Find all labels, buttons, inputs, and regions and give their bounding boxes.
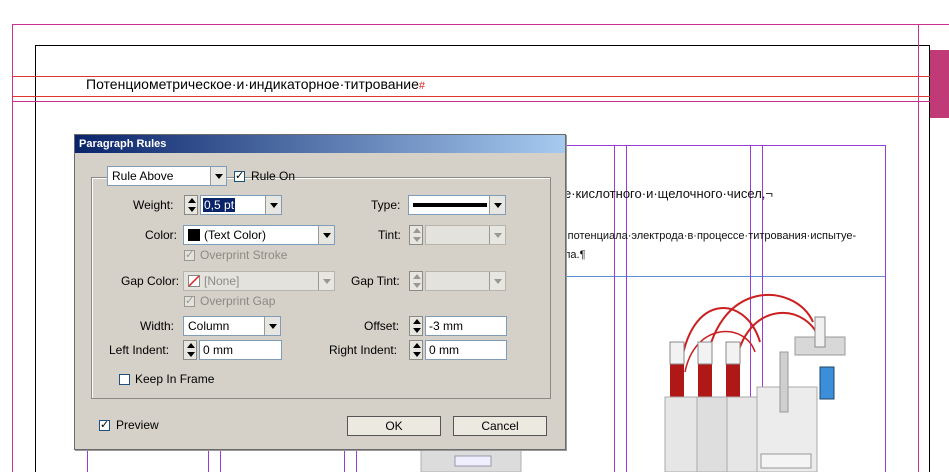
chevron-down-icon [489,226,505,244]
preview-checkbox[interactable] [99,418,110,431]
page-tab [930,50,949,118]
type-select[interactable] [408,195,506,215]
color-swatch [188,229,200,241]
right-indent-input[interactable]: 0 mm [425,340,507,360]
chevron-down-icon [265,196,281,214]
type-label: Type: [371,198,401,212]
body-text-line-3[interactable]: ла.¶ [564,249,586,261]
chevron-down-icon [210,167,226,185]
keep-in-frame-checkbox[interactable] [119,374,130,385]
dialog-title[interactable]: Paragraph Rules [75,135,565,153]
tint-label: Tint: [378,228,401,242]
document-heading[interactable]: Потенциометрическое·и·индикаторное·титро… [86,76,425,92]
overprint-stroke-label: Overprint Stroke [200,248,288,262]
weight-value: 0,5 pt [203,198,236,212]
gap-color-select[interactable]: [None] [183,271,335,291]
left-indent-stepper[interactable] [183,340,197,360]
gap-color-value: [None] [204,274,240,288]
gap-tint-select[interactable] [425,271,506,291]
color-label: Color: [145,228,178,242]
overprint-stroke-checkbox[interactable] [184,248,195,261]
column-guide [344,448,345,472]
weight-stepper[interactable] [184,195,198,215]
cancel-button[interactable]: Cancel [453,416,547,436]
column-guide [356,448,357,472]
right-indent-stepper[interactable] [409,340,423,360]
width-value: Column [188,319,230,333]
color-select[interactable]: (Text Color) [183,225,335,245]
ok-button[interactable]: OK [347,416,441,436]
left-indent-label: Left Indent: [109,343,170,357]
color-value: (Text Color) [204,228,267,242]
body-text-line-2[interactable]: ·потенциала·электрода·в·процессе·титрова… [564,230,856,242]
page-edge-left [35,45,36,472]
left-indent-input[interactable]: 0 mm [199,340,282,360]
column-guide [220,448,221,472]
overprint-gap-checkbox[interactable] [184,294,195,307]
tint-stepper[interactable] [409,225,423,245]
margin-guide-top [12,24,949,25]
offset-label: Offset: [364,319,400,333]
guide-line-2 [12,96,949,97]
heading-text: Потенциометрическое·и·индикаторное·титро… [86,76,419,92]
solid-stroke-swatch [413,203,487,207]
frame-edge-line [560,276,886,277]
gap-tint-stepper[interactable] [409,271,423,291]
chevron-down-icon [264,317,280,335]
rule-type-select[interactable]: Rule Above [107,166,227,186]
column-guide [87,448,88,472]
width-select[interactable]: Column [183,316,281,336]
right-indent-label: Right Indent: [329,343,398,357]
overprint-gap-label: Overprint Gap [200,294,276,308]
offset-stepper[interactable] [409,316,423,336]
chevron-down-icon [318,272,334,290]
margin-guide-left [12,24,13,472]
weight-select[interactable]: 0,5 pt [200,195,282,215]
offset-input[interactable]: -3 mm [425,316,507,336]
column-guide [885,145,886,472]
rule-on-label: Rule On [251,169,296,183]
width-label: Width: [140,319,175,333]
gap-tint-label: Gap Tint: [351,274,400,288]
rule-on-checkbox[interactable] [234,169,245,182]
margin-guide-right [918,24,919,472]
column-guide-top [564,145,886,146]
rule-type-value: Rule Above [112,169,174,183]
weight-label: Weight: [133,198,174,212]
column-guide [208,448,209,472]
tint-select[interactable] [425,225,506,245]
guide-line-3 [12,101,949,102]
gap-color-label: Gap Color: [121,274,180,288]
preview-label: Preview [116,418,159,432]
none-swatch-icon [188,275,200,287]
chevron-down-icon [318,226,334,244]
page-edge-top [35,45,930,46]
keep-in-frame-label: Keep In Frame [135,372,215,386]
chevron-down-icon [489,196,505,214]
heading-end-mark: # [418,80,425,92]
chevron-down-icon [489,272,505,290]
paragraph-rules-dialog: Paragraph Rules Rule Above Rule On Weigh… [74,134,566,450]
body-text-line-1[interactable]: е·кислотного·и·щелочного·чисел,¬ [564,186,773,201]
